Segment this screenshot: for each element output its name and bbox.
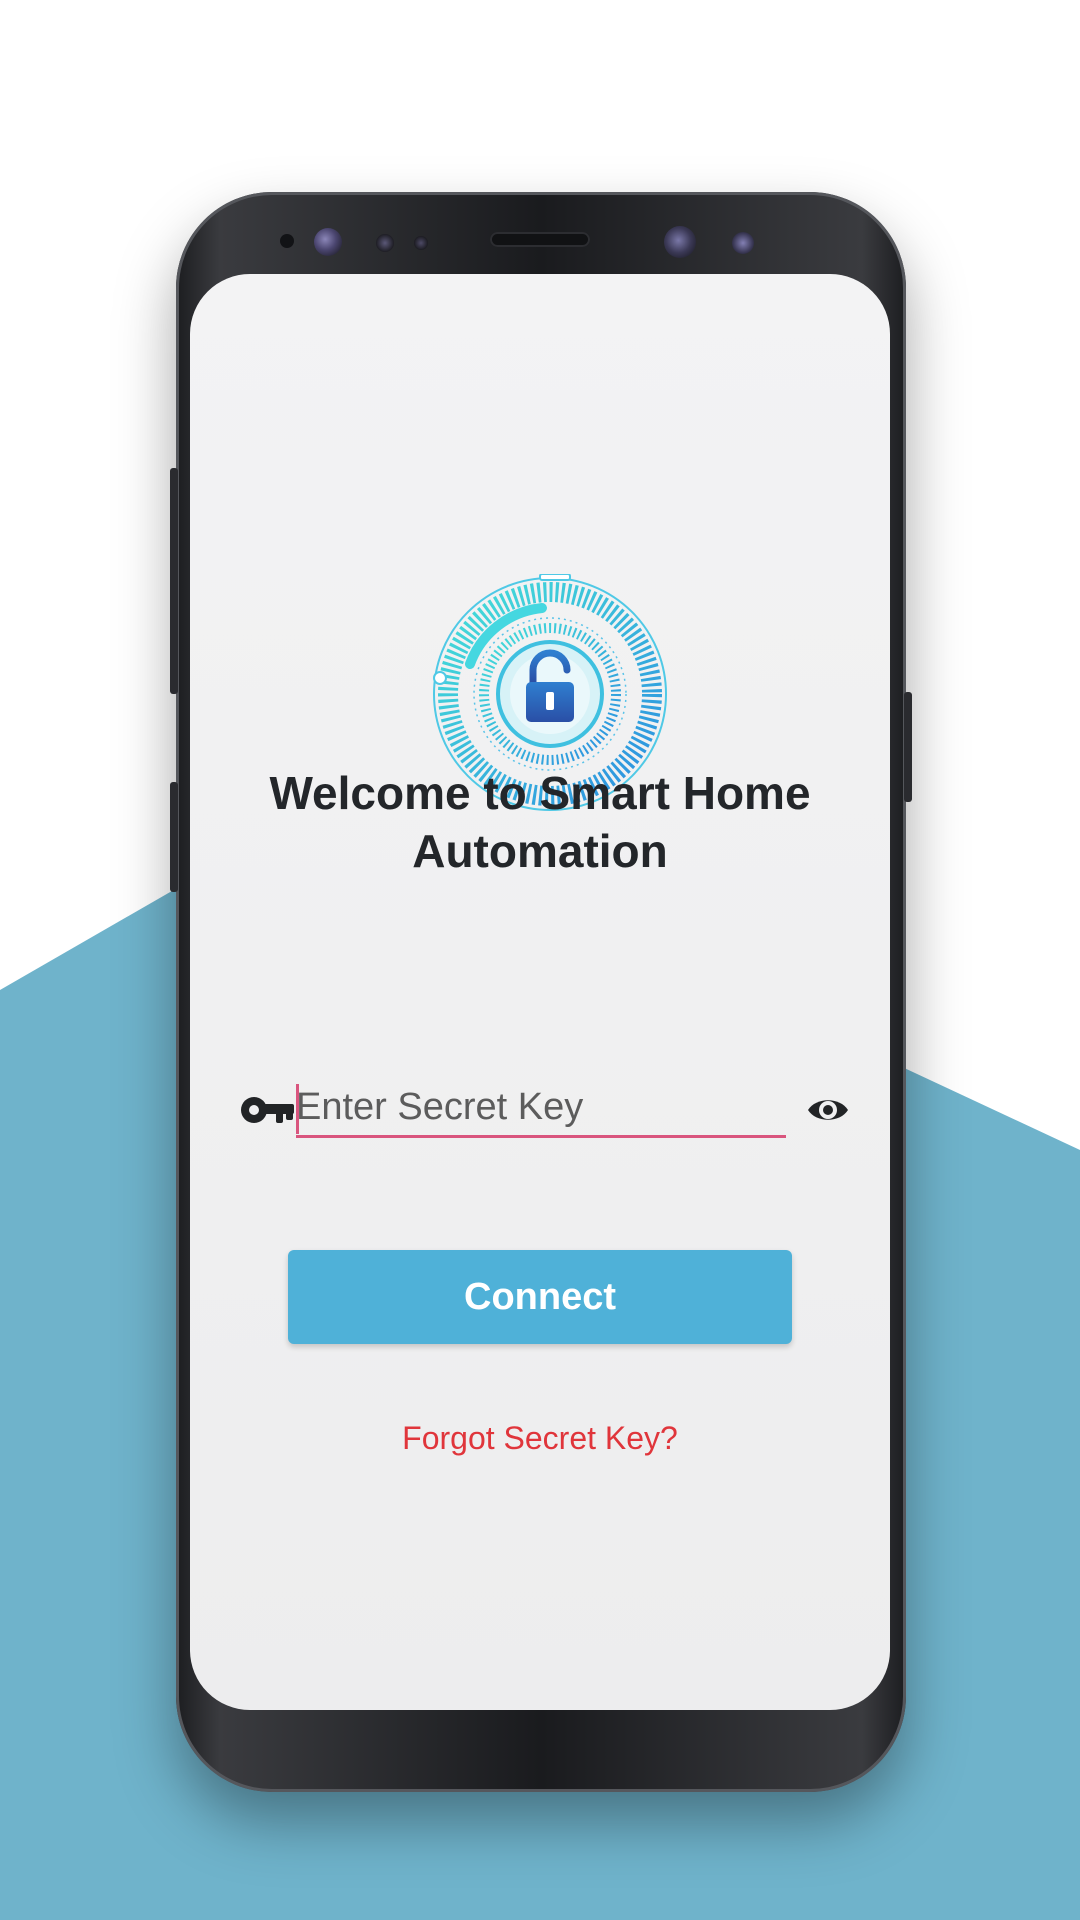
text-caret — [296, 1084, 299, 1134]
phone-frame: Welcome to Smart Home Automation Connect… — [170, 192, 912, 1792]
welcome-title: Welcome to Smart Home Automation — [269, 767, 811, 877]
phone-sensor — [280, 234, 294, 248]
phone-side-button — [904, 692, 912, 802]
secret-key-input[interactable] — [296, 1080, 786, 1138]
phone-side-button — [170, 468, 178, 694]
eye-icon[interactable] — [806, 1092, 850, 1128]
iris-scanner — [664, 226, 696, 258]
earpiece-speaker — [490, 232, 590, 247]
phone-side-button — [170, 782, 178, 892]
connect-button[interactable]: Connect — [288, 1250, 792, 1344]
phone-sensor — [376, 234, 394, 252]
app-screen: Welcome to Smart Home Automation Connect… — [190, 274, 890, 1710]
secret-key-field-row — [240, 1072, 848, 1152]
phone-sensor — [414, 236, 428, 250]
forgot-secret-key-link[interactable]: Forgot Secret Key? — [290, 1420, 790, 1457]
front-camera — [314, 228, 342, 256]
key-icon — [241, 1097, 294, 1123]
phone-sensor — [732, 232, 754, 254]
